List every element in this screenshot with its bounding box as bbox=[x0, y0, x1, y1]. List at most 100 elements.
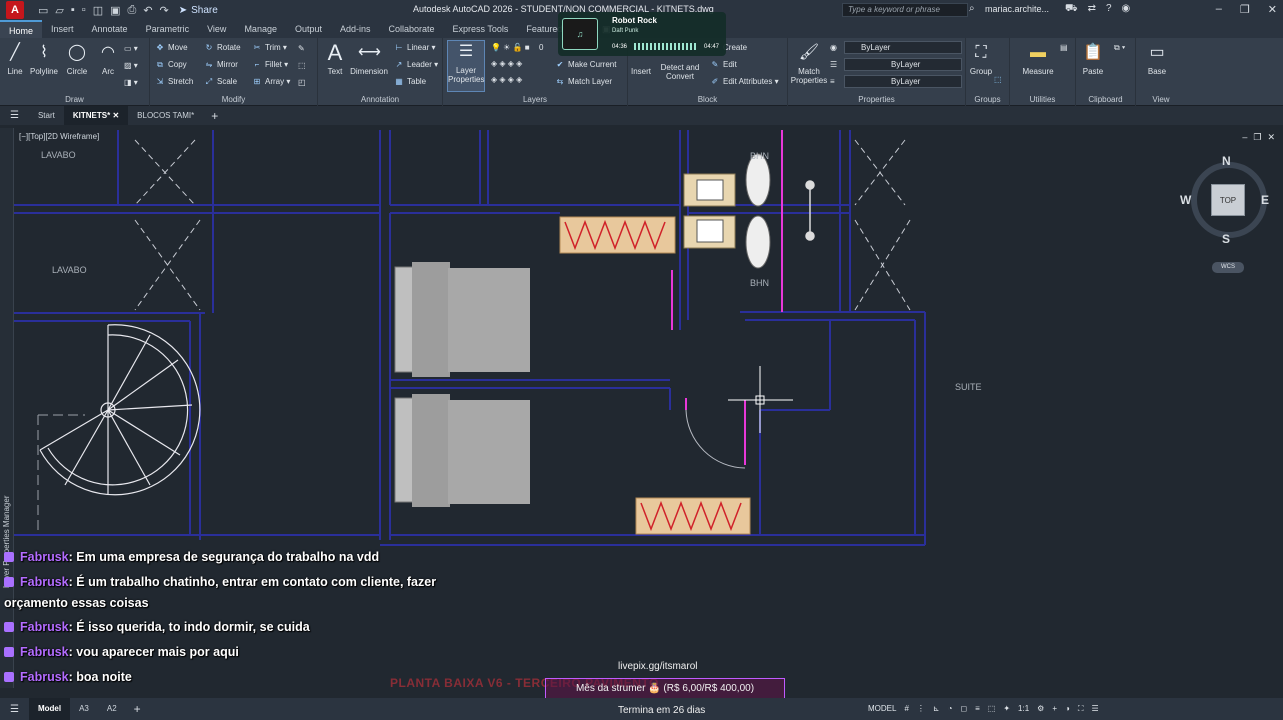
arc-tool[interactable]: ◠ Arc bbox=[91, 42, 125, 76]
fullscreen-icon[interactable]: ⛶ bbox=[1078, 704, 1084, 714]
share-button[interactable]: ➤ Share bbox=[179, 5, 218, 16]
text-tool[interactable]: A Text bbox=[318, 42, 352, 77]
utilities-panel-title[interactable]: Utilities bbox=[1010, 95, 1075, 104]
snap-icon[interactable]: ⋮ bbox=[917, 704, 925, 714]
viewport-controls-label[interactable]: [−][Top][2D Wireframe] bbox=[19, 132, 99, 141]
viewport-minimize-icon[interactable]: – bbox=[1242, 132, 1247, 143]
layer-properties-tool[interactable]: ☰ Layer Properties bbox=[447, 40, 485, 92]
offset-icon[interactable]: ◰ bbox=[298, 77, 306, 89]
customize-icon[interactable]: ☰ bbox=[1091, 704, 1098, 714]
compass-south[interactable]: S bbox=[1222, 232, 1230, 246]
help-icon[interactable]: ? bbox=[1106, 3, 1112, 16]
trim-tool[interactable]: ✂ Trim ▾ bbox=[252, 42, 287, 54]
compass-east[interactable]: E bbox=[1261, 193, 1269, 207]
grid-icon[interactable]: # bbox=[904, 704, 908, 714]
linear-dim-tool[interactable]: ⊢ Linear ▾ bbox=[394, 42, 436, 54]
copy-clip-icon[interactable]: ⧉ ▾ bbox=[1114, 42, 1125, 54]
tab-express-tools[interactable]: Express Tools bbox=[444, 24, 518, 34]
close-icon[interactable]: ✕ bbox=[1268, 3, 1277, 16]
layer-state-icons[interactable]: 💡 ☀ 🔓 ■ bbox=[491, 42, 530, 54]
floor-plan-drawing[interactable]: LAVABO LAVABO BHN BHN SUITE bbox=[0, 125, 1283, 697]
polyline-tool[interactable]: ⌇ Polyline bbox=[27, 42, 61, 76]
lineweight-dropdown[interactable]: ByLayer bbox=[844, 75, 962, 88]
layout-menu-icon[interactable]: ☰ bbox=[0, 704, 29, 715]
print-icon[interactable]: ⎙ bbox=[128, 4, 137, 17]
polar-icon[interactable]: ◔ bbox=[948, 704, 953, 714]
erase-icon[interactable]: ✎ bbox=[298, 43, 305, 55]
linetype-dropdown[interactable]: ByLayer bbox=[844, 58, 962, 71]
plot-icon[interactable]: ▣ bbox=[110, 4, 120, 17]
leader-tool[interactable]: ↗ Leader ▾ bbox=[394, 59, 439, 71]
viewcube-top-face[interactable]: TOP bbox=[1211, 184, 1245, 216]
layer-tools-row2[interactable]: ◈ ◈ ◈ ◈ bbox=[491, 74, 522, 86]
color-dropdown[interactable]: ByLayer bbox=[844, 41, 962, 54]
plus-icon[interactable]: + bbox=[1052, 704, 1057, 714]
search-icon[interactable]: ⌕ bbox=[969, 3, 975, 14]
table-tool[interactable]: ▦ Table bbox=[394, 76, 426, 88]
wcs-menu[interactable]: WCS bbox=[1212, 262, 1244, 273]
fillet-tool[interactable]: ⌐ Fillet ▾ bbox=[252, 59, 288, 71]
viewport-close-icon[interactable]: ✕ bbox=[1267, 132, 1275, 143]
web-icon[interactable]: ◫ bbox=[93, 4, 103, 17]
region-icon[interactable]: ◨ ▾ bbox=[124, 77, 138, 89]
search-input[interactable]: Type a keyword or phrase bbox=[842, 3, 968, 17]
user-icon[interactable]: ◉ bbox=[1122, 3, 1131, 16]
tab-view[interactable]: View bbox=[198, 24, 235, 34]
tab-output[interactable]: Output bbox=[286, 24, 331, 34]
layer-tools-row1[interactable]: ◈ ◈ ◈ ◈ bbox=[491, 58, 522, 70]
measure-tool[interactable]: ▬ Measure bbox=[1016, 42, 1060, 76]
annotation-panel-title[interactable]: Annotation bbox=[318, 95, 442, 104]
properties-panel-title[interactable]: Properties bbox=[788, 95, 965, 104]
tab-parametric[interactable]: Parametric bbox=[137, 24, 199, 34]
autocad-logo-icon[interactable]: A bbox=[6, 1, 24, 19]
make-current-tool[interactable]: ✔ Make Current bbox=[555, 59, 617, 71]
osnap-icon[interactable]: ◻ bbox=[960, 704, 967, 714]
cart-icon[interactable]: ⛟ bbox=[1065, 3, 1078, 16]
group-select-icon[interactable]: ⬚ bbox=[994, 74, 1002, 86]
layers-panel-title[interactable]: Layers bbox=[443, 95, 627, 104]
ortho-icon[interactable]: ⊾ bbox=[933, 704, 940, 714]
mirror-tool[interactable]: ⇋ Mirror bbox=[204, 59, 238, 71]
scale-tool[interactable]: ⤢ Scale bbox=[204, 76, 237, 88]
user-account[interactable]: mariac.archite... bbox=[985, 4, 1049, 14]
detect-convert-tool[interactable]: Detect and Convert bbox=[658, 54, 702, 81]
lineweight-toggle-icon[interactable]: ≡ bbox=[975, 704, 980, 714]
hatch-icon[interactable]: ▨ ▾ bbox=[124, 60, 138, 72]
redo-icon[interactable]: ↷ bbox=[160, 4, 169, 17]
selection-icon[interactable]: ⬚ bbox=[988, 704, 996, 714]
explode-icon[interactable]: ⬚ bbox=[298, 60, 306, 72]
save-as-icon[interactable]: ▫ bbox=[82, 4, 86, 17]
viewcube[interactable]: TOP N S E W WCS bbox=[1180, 150, 1273, 273]
group-tool[interactable]: ⛶ Group bbox=[964, 42, 998, 76]
tab-manage[interactable]: Manage bbox=[235, 24, 286, 34]
draw-panel-title[interactable]: Draw bbox=[0, 95, 149, 104]
layout-tab-model[interactable]: Model bbox=[28, 698, 71, 720]
modify-panel-title[interactable]: Modify bbox=[150, 95, 317, 104]
move-tool[interactable]: ✥ Move bbox=[155, 42, 188, 54]
match-properties-tool[interactable]: 🖌 Match Properties bbox=[789, 42, 829, 85]
drawing-viewport[interactable]: LAVABO LAVABO BHN BHN SUITE bbox=[0, 125, 1283, 697]
annotation-scale-value[interactable]: 1:1 bbox=[1018, 704, 1029, 714]
compass-west[interactable]: W bbox=[1180, 193, 1191, 207]
close-tab-icon[interactable]: ✕ bbox=[112, 111, 119, 120]
base-tool[interactable]: ▭ Base bbox=[1140, 42, 1174, 76]
layout-tab-a2[interactable]: A2 bbox=[98, 698, 126, 720]
clipboard-panel-title[interactable]: Clipboard bbox=[1076, 95, 1135, 104]
view-panel-title[interactable]: View bbox=[1136, 95, 1186, 104]
tab-annotate[interactable]: Annotate bbox=[83, 24, 137, 34]
paste-tool[interactable]: 📋 Paste bbox=[1076, 42, 1110, 76]
tab-insert[interactable]: Insert bbox=[42, 24, 83, 34]
tab-collaborate[interactable]: Collaborate bbox=[380, 24, 444, 34]
copy-tool[interactable]: ⧉ Copy bbox=[155, 59, 187, 71]
undo-icon[interactable]: ↶ bbox=[143, 4, 152, 17]
block-panel-title[interactable]: Block bbox=[628, 95, 787, 104]
groups-panel-title[interactable]: Groups bbox=[966, 95, 1009, 104]
circle-tool[interactable]: ◯ Circle bbox=[60, 42, 94, 76]
isolate-icon[interactable]: ◑ bbox=[1065, 704, 1070, 714]
minimize-icon[interactable]: – bbox=[1216, 3, 1222, 16]
edit-attributes-tool[interactable]: ✐ Edit Attributes ▾ bbox=[710, 76, 779, 88]
file-tab-kitnets[interactable]: KITNETS* ✕ bbox=[63, 106, 129, 125]
layer-dropdown[interactable]: 0 bbox=[539, 42, 543, 54]
viewport-restore-icon[interactable]: ❐ bbox=[1253, 132, 1261, 143]
match-layer-tool[interactable]: ⇆ Match Layer bbox=[555, 76, 612, 88]
